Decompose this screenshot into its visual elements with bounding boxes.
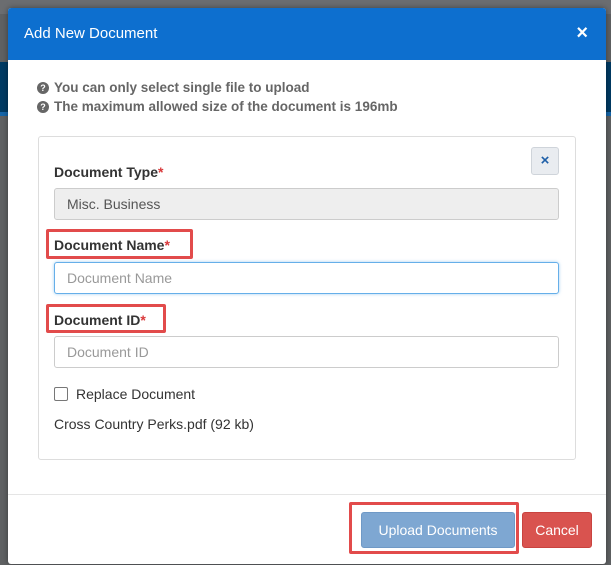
document-id-input[interactable] [54, 336, 559, 368]
cancel-button[interactable]: Cancel [522, 512, 592, 548]
backdrop-nav-left-accent [0, 112, 8, 116]
backdrop-nav-right-accent [606, 112, 611, 116]
note-single-file: ? You can only select single file to upl… [37, 78, 398, 97]
required-mark: * [157, 164, 164, 180]
modal-header: Add New Document × [8, 8, 606, 60]
upload-notes: ? You can only select single file to upl… [37, 78, 398, 116]
backdrop-nav-left [0, 62, 8, 112]
document-type-label: Document Type* [54, 164, 164, 180]
backdrop-nav-right [606, 62, 611, 112]
add-document-modal: Add New Document × ? You can only select… [8, 8, 606, 564]
required-mark: * [140, 312, 146, 328]
replace-document-label: Replace Document [76, 386, 196, 402]
question-circle-icon: ? [37, 100, 49, 113]
note-text: The maximum allowed size of the document… [54, 99, 398, 114]
remove-icon[interactable]: × [531, 147, 559, 175]
file-info: Cross Country Perks.pdf (92 kb) [54, 416, 254, 432]
document-name-input[interactable] [54, 262, 559, 294]
upload-documents-button[interactable]: Upload Documents [361, 512, 515, 548]
replace-document-checkbox[interactable] [54, 387, 68, 401]
footer-divider [8, 494, 606, 495]
required-mark: * [164, 237, 170, 253]
replace-document-row[interactable]: Replace Document [54, 386, 195, 402]
document-panel: × Document Type* Misc. Business Document… [38, 136, 576, 460]
document-type-field: Misc. Business [54, 188, 559, 220]
note-max-size: ? The maximum allowed size of the docume… [37, 97, 398, 116]
note-text: You can only select single file to uploa… [54, 80, 310, 95]
question-circle-icon: ? [37, 81, 49, 94]
document-name-label: Document Name* [54, 237, 170, 253]
modal-title: Add New Document [24, 25, 158, 42]
close-icon[interactable]: × [576, 22, 588, 45]
document-id-label: Document ID* [54, 312, 146, 328]
